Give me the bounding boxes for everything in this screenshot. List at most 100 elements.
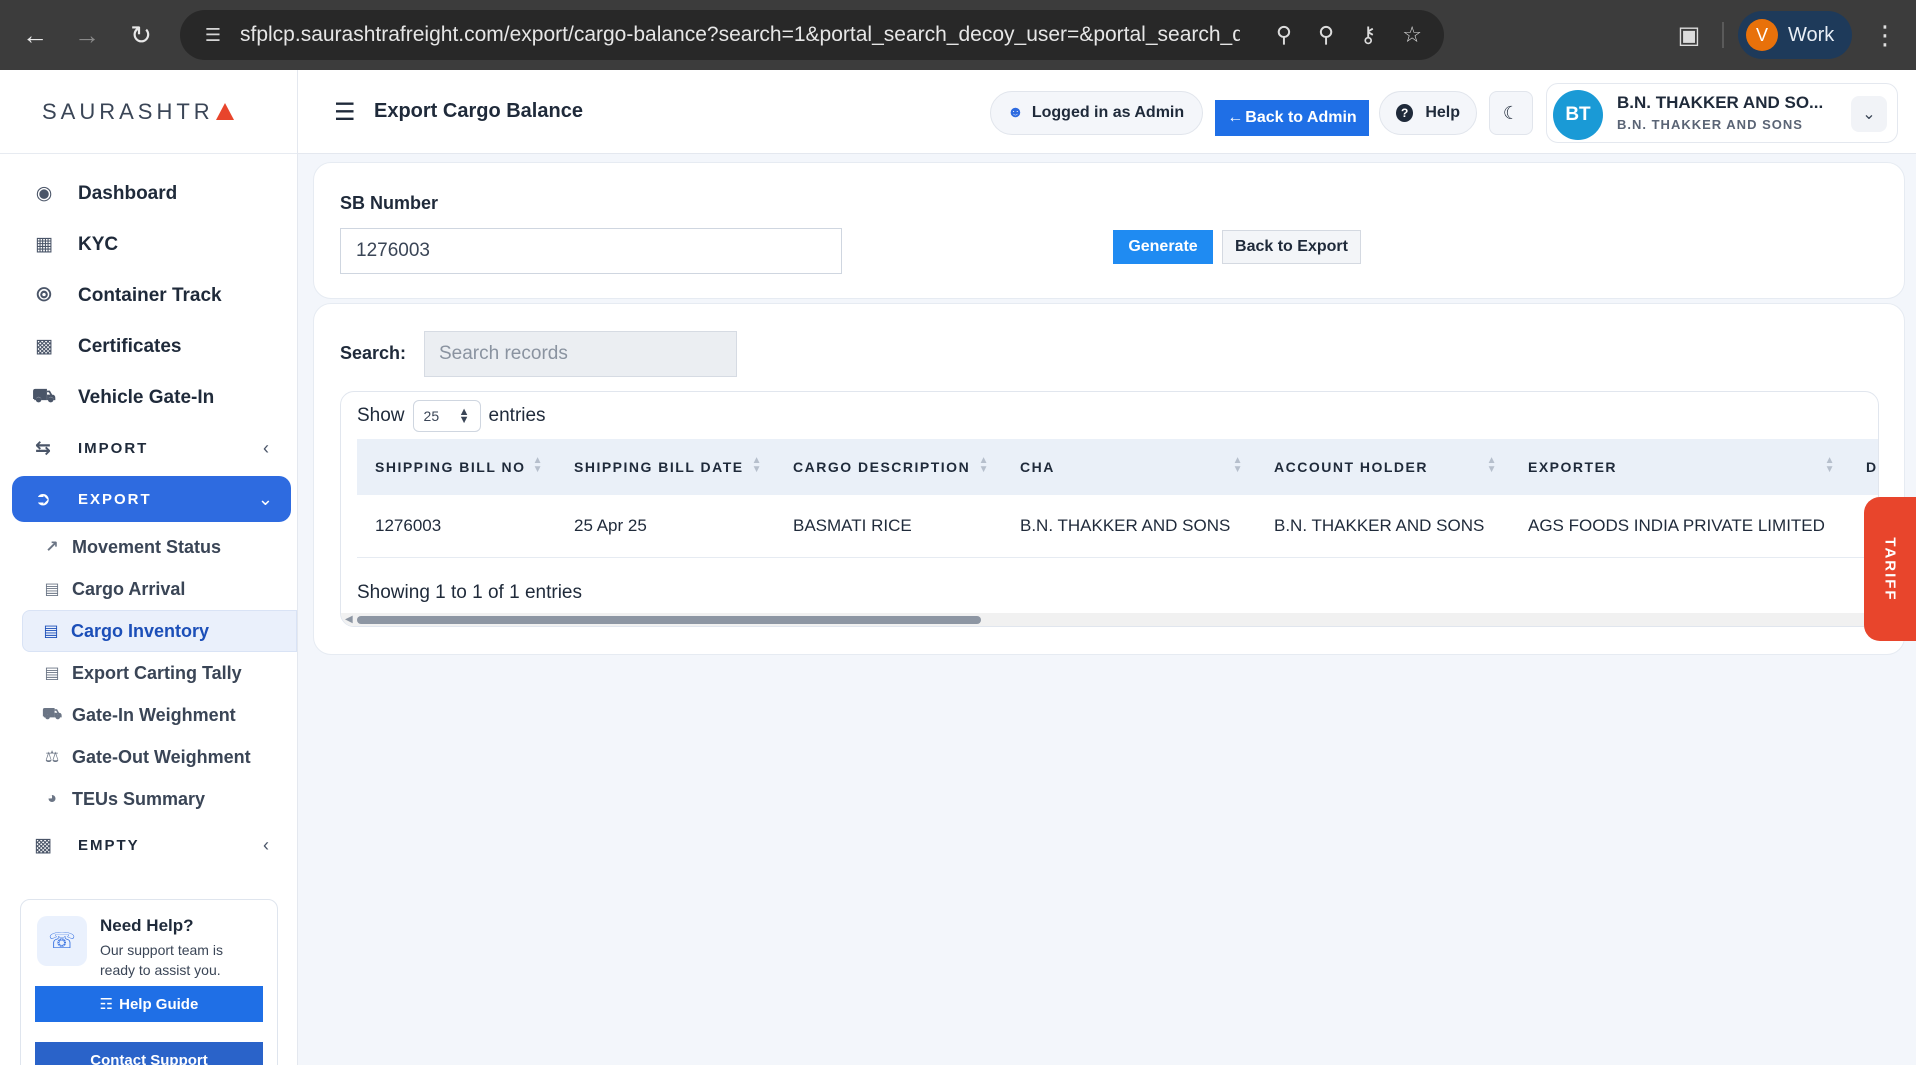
back-to-admin-button[interactable]: ← Back to Admin xyxy=(1215,100,1369,136)
profile-avatar: V xyxy=(1746,19,1778,51)
sidebar-item-label: KYC xyxy=(78,233,119,255)
help-label: Help xyxy=(1425,104,1460,121)
sidebar-item-import[interactable]: ⇆ IMPORT ‹ xyxy=(0,423,297,474)
column-header-shipping-bill-no[interactable]: SHIPPING BILL NO ▲ ▼ xyxy=(357,439,556,495)
help-guide-button[interactable]: ☶ Help Guide xyxy=(35,986,263,1022)
brand-logo[interactable]: SAURASHTR xyxy=(0,70,297,154)
arrow-left-icon: ← xyxy=(1227,109,1244,126)
forward-arrow-icon[interactable]: → xyxy=(64,12,110,58)
moon-icon: ☾ xyxy=(1502,102,1520,123)
route-icon: ⦾ xyxy=(36,284,52,306)
chevron-left-icon: ‹ xyxy=(263,835,271,855)
sidebar-subitem-cargo-arrival[interactable]: ▤ Cargo Arrival xyxy=(0,568,297,610)
sidebar: SAURASHTR ◉ Dashboard ▦ KYC ⦾ Container Tra… xyxy=(0,70,298,1065)
contact-support-label: Contact Support xyxy=(90,1051,208,1065)
sidebar-item-label: IMPORT xyxy=(78,440,149,457)
clipboard-icon: ▤ xyxy=(44,665,60,682)
sidebar-subitem-cargo-inventory[interactable]: ▤ Cargo Inventory xyxy=(22,610,297,652)
url-text[interactable]: sfplcp.saurashtrafreight.com/export/carg… xyxy=(240,23,1240,47)
dark-mode-toggle[interactable]: ☾ xyxy=(1489,91,1533,135)
scroll-left-icon[interactable]: ◀ xyxy=(345,614,353,625)
help-button[interactable]: ? Help xyxy=(1379,91,1477,135)
profile-button[interactable]: V Work xyxy=(1738,11,1852,59)
sidebar-item-empty[interactable]: ▩ EMPTY ‹ xyxy=(0,820,297,871)
user-company: B.N. THAKKER AND SONS xyxy=(1617,117,1803,132)
column-header-shipping-bill-date[interactable]: SHIPPING BILL DATE ▲ ▼ xyxy=(556,439,775,495)
scrollbar-thumb[interactable] xyxy=(357,616,981,624)
sidebar-menu: ◉ Dashboard ▦ KYC ⦾ Container Track ▩ Certif… xyxy=(0,154,297,871)
location-pin-icon[interactable]: ⚲ xyxy=(1276,22,1292,48)
sidebar-item-vehicle-gate-in[interactable]: ⛟ Vehicle Gate-In xyxy=(0,372,297,423)
back-arrow-icon[interactable]: ← xyxy=(12,12,58,58)
column-header-de[interactable]: DE xyxy=(1848,439,1878,495)
column-header-cha[interactable]: CHA ▲ ▼ xyxy=(1002,439,1256,495)
select-arrows-icon: ▲ ▼ xyxy=(458,406,470,426)
user-cog-icon: ☻ xyxy=(1007,104,1024,121)
sidebar-subitem-label: Gate-In Weighment xyxy=(72,704,236,725)
contact-support-button[interactable]: Contact Support xyxy=(35,1042,263,1065)
brand-text: SAURASHTR xyxy=(42,98,214,124)
cell-cha: B.N. THAKKER AND SONS xyxy=(1002,495,1256,558)
cell-shipping-bill-date: 25 Apr 25 xyxy=(556,495,775,558)
page-length-value: 25 xyxy=(423,408,440,424)
bookmark-star-icon[interactable]: ☆ xyxy=(1402,22,1422,48)
user-menu[interactable]: BT B.N. THAKKER AND SO... B.N. THAKKER A… xyxy=(1546,83,1898,143)
extensions-icon[interactable]: ▣ xyxy=(1666,12,1712,58)
sb-number-label: SB Number xyxy=(340,193,439,213)
search-input[interactable]: Search records xyxy=(424,331,737,377)
horizontal-scrollbar[interactable]: ◀ xyxy=(341,613,1878,626)
tariff-tab[interactable]: TARIFF xyxy=(1864,497,1916,641)
sidebar-subitem-label: Gate-Out Weighment xyxy=(72,746,251,767)
sidebar-item-container-track[interactable]: ⦾ Container Track xyxy=(0,270,297,321)
zoom-icon[interactable]: ⚲ xyxy=(1318,22,1334,48)
sort-icon: ▲ ▼ xyxy=(1486,455,1498,475)
sort-icon: ▲ ▼ xyxy=(1232,455,1244,475)
sidebar-subitem-gate-in-weighment[interactable]: ⛟ Gate-In Weighment xyxy=(0,694,297,736)
column-header-label: SHIPPING BILL NO xyxy=(375,459,526,475)
page-header: ☰ Export Cargo Balance ☻ Logged in as Adm… xyxy=(298,70,1916,154)
back-to-export-button[interactable]: Back to Export xyxy=(1222,230,1361,264)
column-header-label: DE xyxy=(1866,459,1878,475)
sidebar-item-label: Vehicle Gate-In xyxy=(78,386,215,408)
chevron-down-icon[interactable]: ⌄ xyxy=(1851,96,1887,132)
sidebar-subitem-label: Cargo Inventory xyxy=(71,620,210,641)
hamburger-menu-icon[interactable]: ☰ xyxy=(334,98,356,127)
palette-icon: ◉ xyxy=(35,183,53,204)
show-label: Show xyxy=(357,405,405,426)
sidebar-subitem-label: Cargo Arrival xyxy=(72,578,186,599)
sidebar-item-label: Dashboard xyxy=(78,182,178,204)
book-icon: ☶ xyxy=(99,996,114,1013)
help-card: ☏ Need Help? Our support team is ready t… xyxy=(20,899,278,1065)
column-header-cargo-description[interactable]: CARGO DESCRIPTION ▲ ▼ xyxy=(775,439,1002,495)
generate-button[interactable]: Generate xyxy=(1113,230,1213,264)
page-length-select[interactable]: 25 ▲ ▼ xyxy=(412,400,481,432)
sidebar-item-dashboard[interactable]: ◉ Dashboard xyxy=(0,168,297,219)
cubes-icon: ▩ xyxy=(34,835,54,856)
sidebar-subitem-teus-summary[interactable]: ◕ TEUs Summary xyxy=(0,778,297,820)
column-header-account-holder[interactable]: ACCOUNT HOLDER ▲ ▼ xyxy=(1256,439,1510,495)
table-container: Show 25 ▲ ▼ entries SHIPPING BILL NO ▲ ▼ SHI… xyxy=(340,391,1879,627)
sort-icon: ▲ ▼ xyxy=(532,455,544,475)
help-guide-label: Help Guide xyxy=(119,995,199,1013)
sb-number-input[interactable]: 1276003 xyxy=(340,228,842,274)
sidebar-subitem-export-carting-tally[interactable]: ▤ Export Carting Tally xyxy=(0,652,297,694)
column-header-exporter[interactable]: EXPORTER ▲ ▼ xyxy=(1510,439,1848,495)
sidebar-subitem-movement-status[interactable]: ↗ Movement Status xyxy=(0,526,297,568)
sidebar-item-certificates[interactable]: ▩ Certificates xyxy=(0,321,297,372)
browser-menu-icon[interactable]: ⋮ xyxy=(1870,12,1900,58)
help-card-text: Our support team is ready to assist you. xyxy=(100,942,223,978)
sidebar-item-kyc[interactable]: ▦ KYC xyxy=(0,219,297,270)
sidebar-subitem-gate-out-weighment[interactable]: ⚖ Gate-Out Weighment xyxy=(0,736,297,778)
sidebar-item-export[interactable]: ➲ EXPORT ⌄ xyxy=(12,476,291,522)
page-title: Export Cargo Balance xyxy=(374,100,583,122)
profile-label: Work xyxy=(1788,23,1835,46)
warehouse-icon: ▤ xyxy=(43,623,59,640)
page-length-control: Show 25 ▲ ▼ entries xyxy=(357,400,546,432)
reload-icon[interactable]: ↻ xyxy=(118,12,164,58)
site-settings-icon[interactable]: ☰ xyxy=(200,22,226,48)
key-icon[interactable]: ⚷ xyxy=(1360,22,1376,48)
chevron-left-icon: ‹ xyxy=(263,438,271,458)
column-header-label: SHIPPING BILL DATE xyxy=(574,459,744,475)
sort-icon: ▲ ▼ xyxy=(751,455,763,475)
address-bar[interactable]: ☰ sfplcp.saurashtrafreight.com/export/ca… xyxy=(180,10,1444,60)
